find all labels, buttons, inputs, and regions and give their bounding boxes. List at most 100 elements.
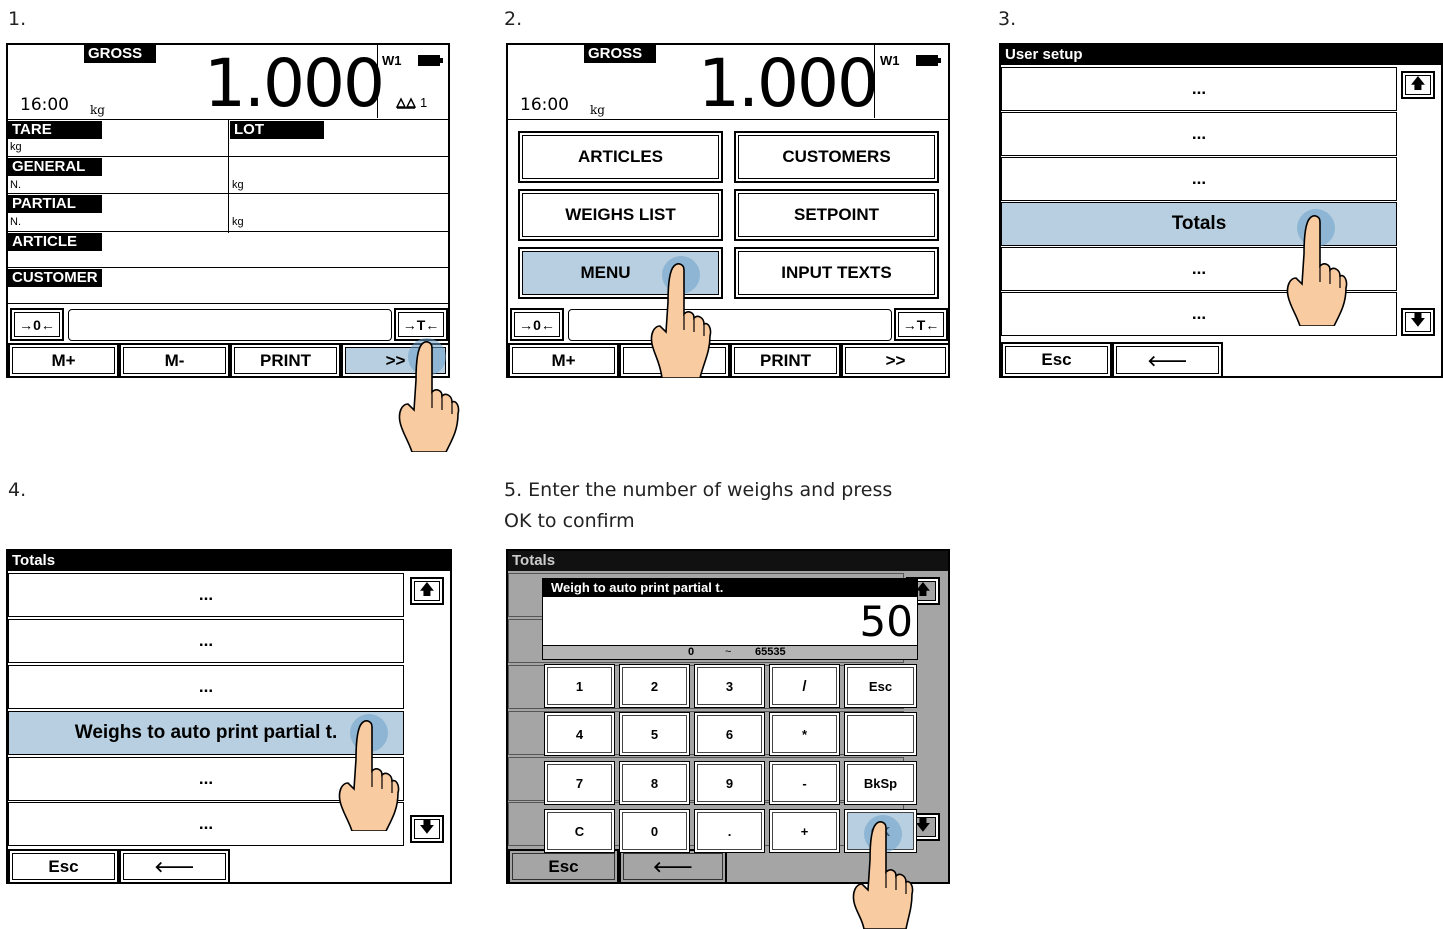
key-backspace[interactable]: BkSp <box>844 761 917 805</box>
tapping-hand-icon <box>398 341 460 452</box>
range-separator: ~ <box>725 646 732 658</box>
key-minus[interactable]: - <box>769 761 840 805</box>
step-2-label: 2. <box>504 8 523 30</box>
tapping-hand-icon <box>852 821 914 929</box>
weight-display: 1.000 <box>204 45 385 122</box>
message-bar <box>68 309 392 341</box>
general-label: GENERAL <box>8 158 102 176</box>
softkey-print[interactable]: PRINT <box>730 343 841 376</box>
range-max: 65535 <box>755 646 786 658</box>
weight-unit: kg <box>590 103 605 117</box>
clock: 16:00 <box>520 95 569 115</box>
menu-weighs-list-button[interactable]: WEIGHS LIST <box>518 189 723 241</box>
tare-button[interactable]: →T← <box>894 308 948 341</box>
key-clear[interactable]: C <box>544 809 615 853</box>
menu-articles-button[interactable]: ARTICLES <box>518 131 723 183</box>
clock: 16:00 <box>20 95 69 115</box>
step-4-label: 4. <box>8 479 27 501</box>
back-arrow-icon: 🡐 <box>619 849 727 882</box>
key-plus[interactable]: + <box>769 809 840 853</box>
key-9[interactable]: 9 <box>694 761 765 805</box>
totals-row-1[interactable]: ... <box>8 573 404 617</box>
tare-unit: kg <box>10 141 22 153</box>
channel-label: W1 <box>382 53 402 68</box>
partial-unit: kg <box>232 216 244 228</box>
weight-unit: kg <box>90 103 105 117</box>
esc-button[interactable]: Esc <box>1001 342 1112 376</box>
key-4[interactable]: 4 <box>544 712 615 756</box>
totals-row-3[interactable]: ... <box>8 665 404 709</box>
screen-4-totals: Totals ... ... ... Weighs to auto print … <box>6 549 452 884</box>
step-5-label-line1: 5. Enter the number of weighs and press <box>504 479 893 501</box>
battery-icon <box>916 55 938 66</box>
dialog-title: Weigh to auto print partial t. <box>543 579 917 597</box>
softkey-m-plus[interactable]: M+ <box>508 343 619 376</box>
menu-input-texts-button[interactable]: INPUT TEXTS <box>734 247 939 299</box>
tare-label: TARE <box>8 121 102 139</box>
zero-button[interactable]: →0← <box>10 308 64 341</box>
general-unit: kg <box>232 179 244 191</box>
key-6[interactable]: 6 <box>694 712 765 756</box>
setup-row-2[interactable]: ... <box>1001 112 1397 156</box>
key-3[interactable]: 3 <box>694 664 765 708</box>
softkey-more[interactable]: >> <box>841 343 948 376</box>
softkey-m-plus[interactable]: M+ <box>8 343 119 376</box>
customer-label: CUSTOMER <box>8 269 102 287</box>
softkey-m-minus[interactable]: M- <box>119 343 230 376</box>
screen-title: Totals <box>508 551 948 571</box>
key-slash[interactable]: / <box>769 664 840 708</box>
channel-label: W1 <box>880 53 900 68</box>
scroll-up-icon[interactable]: 🡅 <box>1401 71 1435 99</box>
key-0[interactable]: 0 <box>619 809 690 853</box>
step-3-label: 3. <box>998 8 1017 30</box>
battery-icon <box>418 55 440 66</box>
key-5[interactable]: 5 <box>619 712 690 756</box>
general-count: N. <box>10 179 21 191</box>
scale-number: 1 <box>420 95 428 110</box>
scale-icon <box>396 97 416 109</box>
partial-label: PARTIAL <box>8 195 102 213</box>
menu-customers-button[interactable]: CUSTOMERS <box>734 131 939 183</box>
range-bar: 0 ~ 65535 <box>543 645 917 659</box>
scroll-down-icon[interactable]: 🡇 <box>1401 308 1435 336</box>
key-2[interactable]: 2 <box>619 664 690 708</box>
tapping-hand-icon <box>650 263 712 378</box>
weight-display: 1.000 <box>698 45 879 122</box>
setup-row-3[interactable]: ... <box>1001 157 1397 201</box>
key-1[interactable]: 1 <box>544 664 615 708</box>
tare-button[interactable]: →T← <box>394 308 448 341</box>
screen-3-user-setup: User setup ... ... ... Totals ... ... 🡅 … <box>999 43 1443 378</box>
gross-label: GROSS <box>84 45 156 63</box>
key-dot[interactable]: . <box>694 809 765 853</box>
menu-setpoint-button[interactable]: SETPOINT <box>734 189 939 241</box>
key-blank[interactable] <box>844 712 917 756</box>
key-8[interactable]: 8 <box>619 761 690 805</box>
step-5-label-line2: OK to confirm <box>504 510 635 532</box>
partial-count: N. <box>10 216 21 228</box>
entry-value[interactable]: 50 <box>860 597 913 647</box>
key-7[interactable]: 7 <box>544 761 615 805</box>
screen-2-main-menu: GROSS 16:00 kg 1.000 W1 ARTICLES CUSTOME… <box>506 43 950 378</box>
totals-row-2[interactable]: ... <box>8 619 404 663</box>
back-arrow-icon[interactable]: 🡐 <box>119 849 230 882</box>
screen-1-weighing: GROSS 16:00 kg 1.000 W1 1 TARE kg LOT GE… <box>6 43 450 378</box>
step-1-label: 1. <box>8 8 27 30</box>
screen-title: User setup <box>1001 45 1441 65</box>
key-esc[interactable]: Esc <box>844 664 917 708</box>
numeric-dialog: Weigh to auto print partial t. 50 0 ~ 65… <box>542 578 918 660</box>
scroll-up-icon[interactable]: 🡅 <box>410 577 444 605</box>
article-label: ARTICLE <box>8 233 102 251</box>
key-asterisk[interactable]: * <box>769 712 840 756</box>
lot-label: LOT <box>230 121 324 139</box>
softkey-print[interactable]: PRINT <box>230 343 341 376</box>
esc-button: Esc <box>508 849 619 882</box>
message-bar <box>568 309 892 341</box>
scroll-down-icon[interactable]: 🡇 <box>410 815 444 843</box>
esc-button[interactable]: Esc <box>8 849 119 882</box>
tapping-hand-icon <box>338 720 400 831</box>
screen-title: Totals <box>8 551 450 571</box>
gross-label: GROSS <box>584 45 656 63</box>
setup-row-1[interactable]: ... <box>1001 67 1397 111</box>
zero-button[interactable]: →0← <box>510 308 564 341</box>
back-arrow-icon[interactable]: 🡐 <box>1112 342 1223 376</box>
